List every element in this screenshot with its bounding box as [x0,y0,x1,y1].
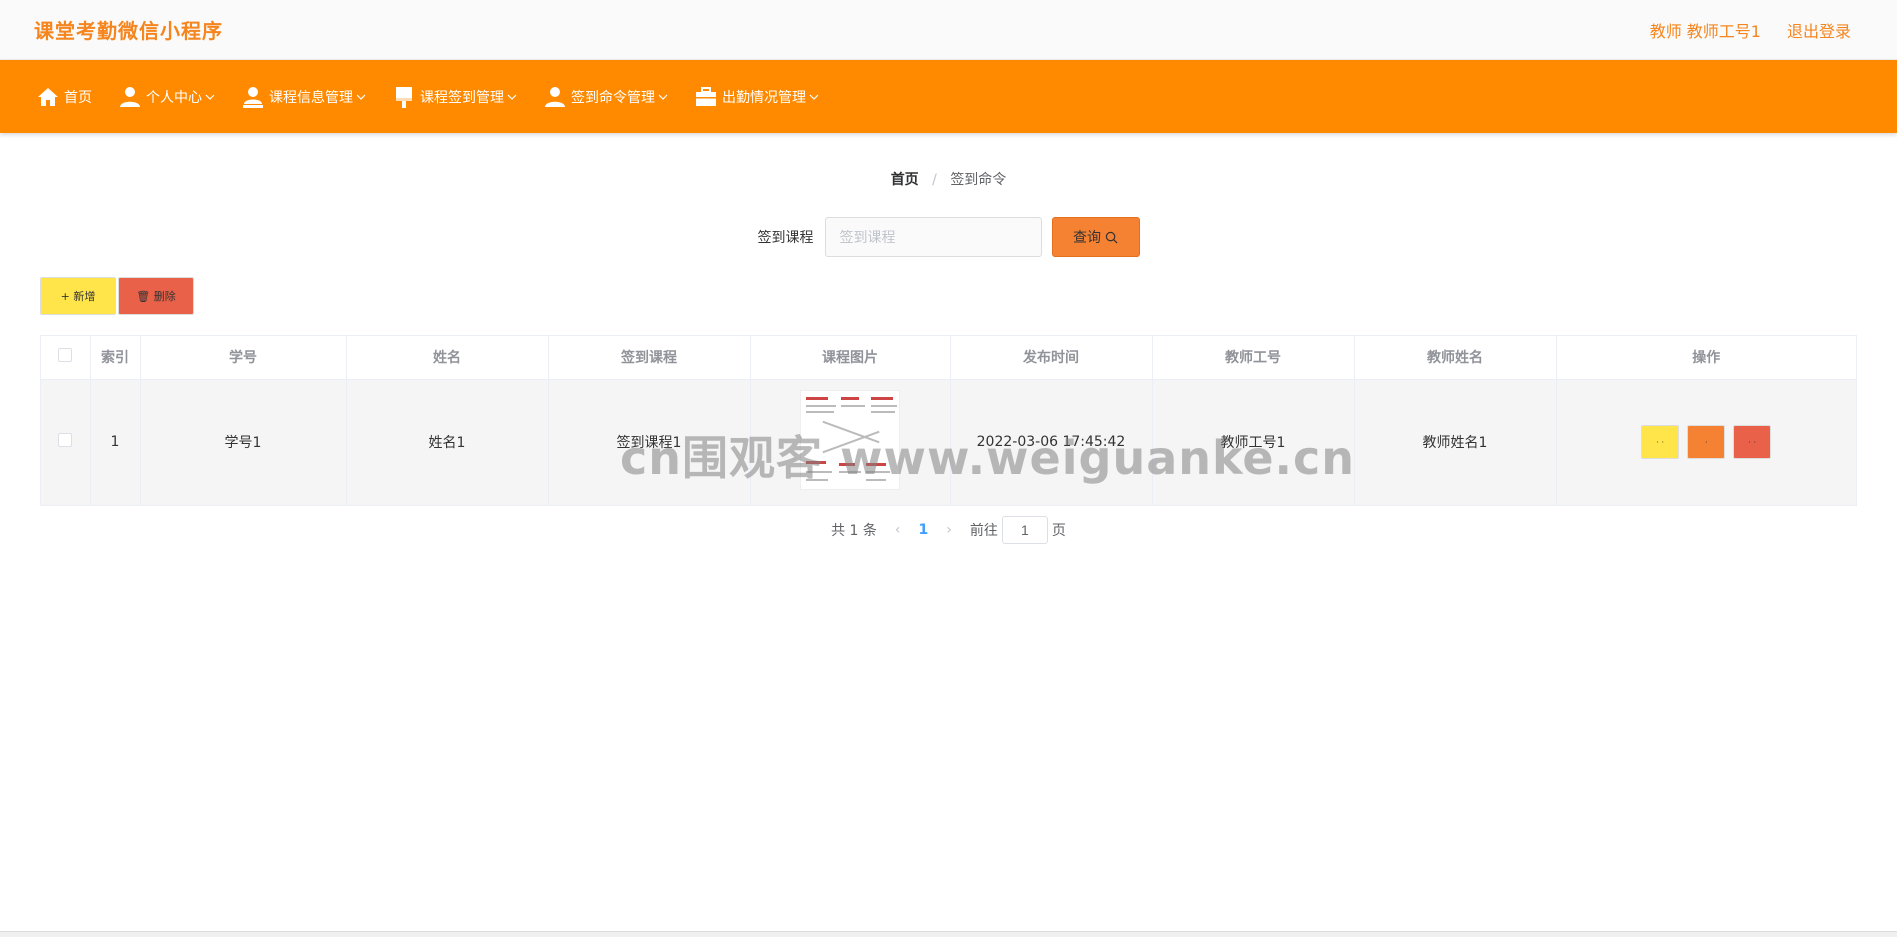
nav-label: 课程签到管理 [420,89,504,106]
app-title: 课堂考勤微信小程序 [34,19,223,43]
nav-item-course-info[interactable]: 课程信息管理 [241,85,366,109]
cell-student-no: 学号1 [140,379,347,505]
column-header: 姓名 [346,336,549,380]
cell-course: 签到课程1 [548,379,751,505]
column-header: 教师工号 [1152,336,1355,380]
main-nav: 首页 个人中心 课程信息管理 课程签到管理 签到命令管理 出勤情况管理 [0,60,1897,133]
row-checkbox[interactable] [58,433,73,448]
breadcrumb-current: 签到命令 [950,172,1007,188]
column-header: 学号 [140,336,347,380]
chevron-down-icon [809,94,819,100]
column-header: 教师姓名 [1354,336,1557,380]
chevron-down-icon [658,94,668,100]
column-header: 课程图片 [750,336,951,380]
cell-teacher-name: 教师姓名1 [1354,379,1557,505]
chevron-down-icon [507,94,517,100]
chevron-down-icon [205,94,215,100]
pagination-total: 共 1 条 [831,523,877,539]
chevron-down-icon [356,94,366,100]
delete-button[interactable]: 🗑 删除 [118,277,194,315]
prev-page-icon[interactable]: ‹ [895,522,901,538]
goto-label: 前往 [969,523,998,539]
row-delete-button[interactable]: · · [1733,425,1772,460]
search-button-label: 查询 [1073,230,1101,246]
column-header: 索引 [90,336,141,380]
goto-page: 前往 页 [970,516,1066,544]
course-image[interactable] [800,390,900,491]
nav-item-home[interactable]: 首页 [36,85,92,109]
cell-teacher-no: 教师工号1 [1152,379,1355,505]
search-button[interactable]: 查询 [1051,217,1140,257]
search-input[interactable] [824,217,1042,257]
cell-publish-time: 2022-03-06 17:45:42 [950,379,1153,505]
add-button[interactable]: + 新增 [40,277,116,315]
next-page-icon[interactable]: › [946,522,952,538]
column-header: 发布时间 [950,336,1153,380]
search-icon [1105,231,1118,243]
user-stamp-icon [243,86,263,108]
select-all-checkbox[interactable] [58,348,73,363]
nav-label: 首页 [64,89,92,106]
cell-image [750,379,951,505]
nav-label: 个人中心 [146,89,202,106]
breadcrumb: 首页 / 签到命令 [0,169,1897,189]
pagination: 共 1 条 ‹ 1 › 前往 页 [0,516,1897,544]
logout-link[interactable]: 退出登录 [1787,18,1851,42]
nav-label: 课程信息管理 [269,89,353,106]
select-all-cell [41,336,91,380]
top-header: 课堂考勤微信小程序 教师 教师工号1 退出登录 [0,0,1897,60]
column-header: 操作 [1556,336,1856,380]
nav-item-checkin-command[interactable]: 签到命令管理 [543,85,668,109]
data-table: 索引 学号 姓名 签到课程 课程图片 发布时间 教师工号 教师姓名 操作 1 学… [40,335,1857,506]
detail-button[interactable]: · · [1641,425,1680,460]
nav-item-profile[interactable]: 个人中心 [118,85,215,109]
nav-item-attendance[interactable]: 出勤情况管理 [694,85,819,109]
goto-page-input[interactable] [1001,516,1048,544]
edit-button[interactable]: · [1687,425,1726,460]
cell-index: 1 [90,379,141,505]
user-info-link[interactable]: 教师 教师工号1 [1650,18,1761,42]
search-row: 签到课程 查询 [0,217,1897,257]
goto-suffix: 页 [1051,523,1066,539]
user-icon [120,86,140,107]
table-row: 1 学号1 姓名1 签到课程1 2022-03-06 17:45:42 教师工号… [41,379,1856,505]
briefcase-icon [696,86,716,106]
row-select-cell [41,379,91,505]
cell-operations: · · · · · [1556,379,1856,505]
window-bottom-edge [0,931,1897,937]
home-icon [38,87,58,106]
column-header: 签到课程 [548,336,751,380]
page-number[interactable]: 1 [919,522,929,538]
search-label: 签到课程 [757,230,814,246]
nav-label: 签到命令管理 [571,89,655,106]
user-icon [545,86,565,107]
brush-icon [396,86,412,108]
breadcrumb-separator: / [932,172,937,188]
cell-name: 姓名1 [346,379,549,505]
table-header-row: 索引 学号 姓名 签到课程 课程图片 发布时间 教师工号 教师姓名 操作 [41,336,1856,380]
nav-item-course-checkin[interactable]: 课程签到管理 [392,85,517,109]
breadcrumb-home[interactable]: 首页 [891,172,919,188]
nav-label: 出勤情况管理 [722,89,806,106]
action-buttons: + 新增 🗑 删除 [40,277,1897,315]
